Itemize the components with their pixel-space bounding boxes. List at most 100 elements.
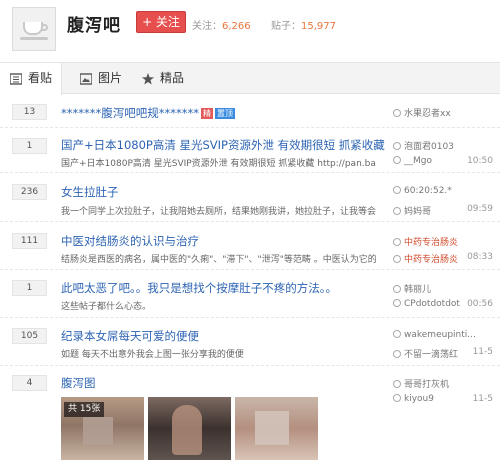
last-reply-time: 09:59 (467, 204, 493, 214)
thread-title[interactable]: 国产+日本1080P高清 星光SVIP资源外泄 有效期很短 抓紧收藏 (61, 137, 385, 153)
reply-count: 13 (12, 104, 47, 120)
last-reply[interactable]: 不留一滴荡红 11-5 (393, 347, 493, 360)
author-name: 泡面君0103 (404, 142, 454, 152)
thread-title[interactable]: 腹泻图 (61, 375, 96, 391)
blurred-region (255, 411, 289, 445)
thread-excerpt: 国产+日本1080P高清 星光SVIP资源外泄 有效期很短 抓紧收藏 http:… (61, 159, 376, 169)
last-reply[interactable]: 中药专治肠炎 08:33 (393, 252, 493, 265)
thread-title-text: *******腹泻吧吧规******* (61, 106, 199, 120)
author-name: 韩丽儿 (404, 285, 432, 295)
picture-count-badge: 共 15张 (64, 402, 105, 417)
thread-row[interactable]: 13 *******腹泻吧吧规******* 精置顶 水果忍者xx (0, 95, 500, 128)
reply-count: 1 (12, 138, 47, 154)
forum-title: 腹泻吧 (67, 16, 121, 36)
tab-label: 看贴 (28, 71, 53, 85)
follow-button[interactable]: + 关注 (136, 11, 186, 33)
author-name: 水果忍者xx (404, 109, 451, 119)
thread-title[interactable]: 女生拉肚子 (61, 184, 119, 200)
user-icon (393, 142, 401, 150)
user-icon (393, 238, 401, 246)
thumbnail-image[interactable]: 共 15张 (61, 397, 144, 460)
reply-icon (393, 350, 401, 358)
last-reply-user: kiyou9 (404, 394, 434, 404)
thread-excerpt: 如题 每天不出意外我会上图一张分享我的便便 (61, 350, 244, 360)
posts-count: 15,977 (301, 21, 337, 32)
thread-row[interactable]: 1 此吧太恶了吧。。我只是想找个按摩肚子不疼的方法。。 这些帖子都什么心态。 韩… (0, 271, 500, 318)
featured-badge: 精 (201, 108, 213, 119)
last-reply-time: 08:33 (467, 252, 493, 262)
user-icon (393, 109, 401, 117)
thread-row[interactable]: 1 国产+日本1080P高清 星光SVIP资源外泄 有效期很短 抓紧收藏 国产+… (0, 129, 500, 173)
user-icon (393, 285, 401, 293)
saucer (20, 37, 48, 40)
thread-author[interactable]: 哥哥打灰机 (393, 377, 493, 390)
tab-featured[interactable]: 精品 (132, 63, 192, 94)
last-reply-user: CPdotdotdot (404, 299, 460, 309)
followers-count: 6,266 (222, 21, 251, 32)
figure-shape (172, 405, 202, 455)
star-icon (142, 73, 154, 85)
pinned-badge: 置顶 (215, 108, 235, 119)
forum-avatar[interactable] (12, 7, 56, 51)
cup-handle (42, 24, 48, 31)
reply-icon (393, 394, 401, 402)
reply-icon (393, 156, 401, 164)
last-reply[interactable]: kiyou9 11-5 (393, 394, 493, 404)
last-reply-user: __Mgo (404, 156, 432, 166)
last-reply-user: 不留一滴荡红 (404, 350, 459, 360)
tab-label: 图片 (98, 71, 123, 85)
reply-icon (393, 255, 401, 263)
last-reply[interactable]: 妈妈哥 09:59 (393, 204, 493, 217)
forum-stats: 关注：6,266 贴子：15,977 (192, 17, 336, 32)
thread-title[interactable]: 此吧太恶了吧。。我只是想找个按摩肚子不疼的方法。。 (61, 280, 337, 296)
last-reply[interactable]: __Mgo 10:50 (393, 156, 493, 166)
cup-icon (23, 22, 43, 35)
user-icon (393, 186, 401, 194)
thread-row[interactable]: 111 中医对结肠炎的认识与治疗 结肠炎是西医的病名，属中医的"久痢"、"滞下"… (0, 223, 500, 270)
reply-icon (393, 299, 401, 307)
thread-author[interactable]: 中药专治肠炎 (393, 235, 493, 248)
reply-count: 111 (12, 233, 47, 249)
reply-count: 1 (12, 280, 47, 296)
last-reply-time: 11-5 (472, 394, 493, 404)
thread-author[interactable]: 韩丽儿 (393, 282, 493, 295)
thread-title[interactable]: 纪录本女屌每天可爱的便便 (61, 328, 199, 344)
followers-label: 关注： (192, 21, 222, 32)
thread-excerpt: 这些帖子都什么心态。 (61, 302, 152, 312)
thread-excerpt: 我一个同学上次拉肚子，让我陪她去厕所，结果她刚我讲，她拉肚子，让我等会，... (61, 207, 376, 217)
thread-excerpt: 结肠炎是西医的病名，属中医的"久痢"、"滞下"、"泄泻"等范畴 。中医认为它的基… (61, 255, 376, 265)
tab-bar: 看贴 图片 精品 (0, 62, 500, 95)
author-name: 哥哥打灰机 (404, 380, 450, 390)
author-name: wakemeupinti... (404, 330, 476, 340)
last-reply-time: 00:56 (467, 299, 493, 309)
tab-label: 精品 (160, 71, 185, 85)
thumbnail-image[interactable] (148, 397, 231, 460)
last-reply-time: 10:50 (467, 156, 493, 166)
user-icon (393, 330, 401, 338)
last-reply[interactable]: CPdotdotdot 00:56 (393, 299, 493, 309)
forum-header: 腹泻吧 + 关注 关注：6,266 贴子：15,977 (0, 0, 500, 62)
posts-label: 贴子： (271, 21, 302, 32)
thread-author[interactable]: 水果忍者xx (393, 106, 493, 119)
author-name: 60:20:52.* (404, 186, 452, 196)
thread-row[interactable]: 105 纪录本女屌每天可爱的便便 如题 每天不出意外我会上图一张分享我的便便 w… (0, 319, 500, 366)
tab-images[interactable]: 图片 (70, 63, 130, 94)
last-reply-user: 中药专治肠炎 (404, 255, 459, 265)
tab-posts[interactable]: 看贴 (0, 63, 62, 95)
blurred-region (83, 417, 113, 445)
thread-author[interactable]: 泡面君0103 (393, 139, 493, 152)
thread-title[interactable]: *******腹泻吧吧规******* 精置顶 (61, 105, 235, 121)
user-icon (393, 380, 401, 388)
list-icon (10, 73, 22, 85)
author-name: 中药专治肠炎 (404, 238, 459, 248)
thread-title[interactable]: 中医对结肠炎的认识与治疗 (61, 233, 199, 249)
reply-count: 4 (12, 375, 47, 391)
reply-count: 236 (12, 184, 47, 200)
last-reply-time: 11-5 (472, 347, 493, 357)
thread-author[interactable]: 60:20:52.* (393, 186, 493, 196)
reply-count: 105 (12, 328, 47, 344)
thumbnail-image[interactable] (235, 397, 318, 460)
thread-author[interactable]: wakemeupinti... (393, 330, 493, 340)
reply-icon (393, 207, 401, 215)
thread-row[interactable]: 236 女生拉肚子 我一个同学上次拉肚子，让我陪她去厕所，结果她刚我讲，她拉肚子… (0, 174, 500, 222)
